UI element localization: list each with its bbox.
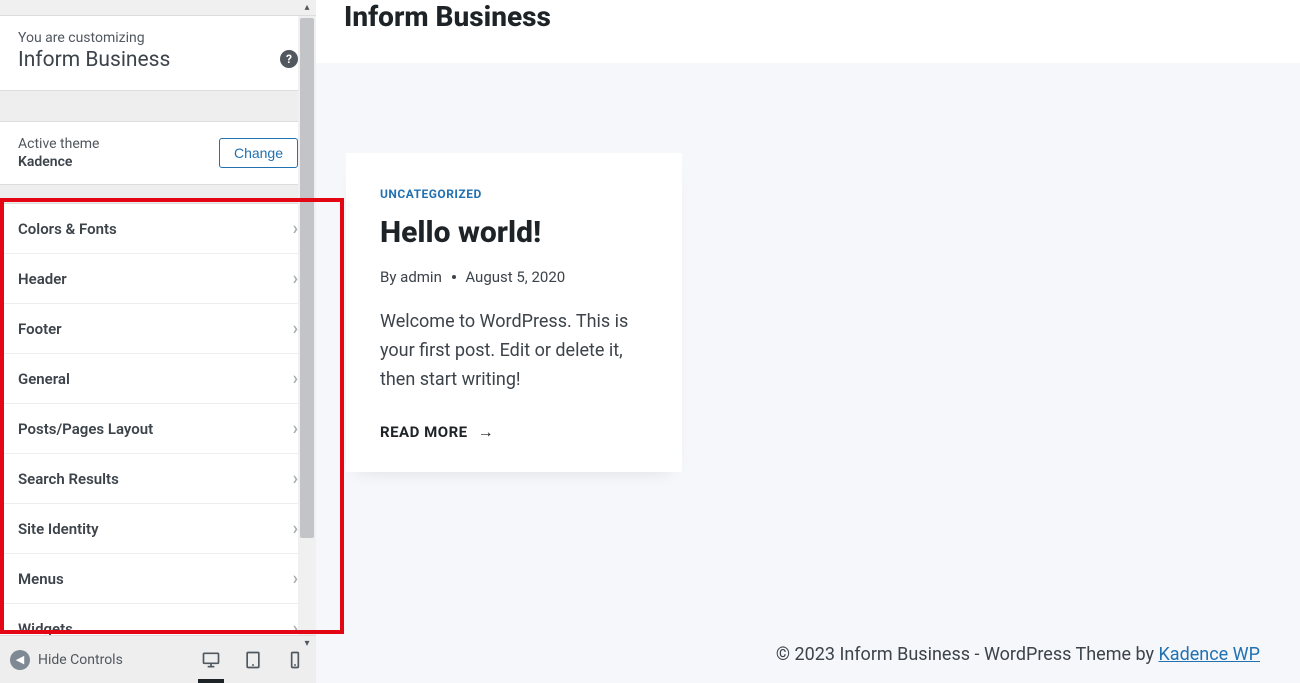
read-more-link[interactable]: READ MORE → bbox=[380, 422, 648, 442]
menu-item-label: Footer bbox=[18, 320, 62, 338]
scroll-down-icon: ▾ bbox=[298, 638, 316, 649]
device-desktop-icon[interactable] bbox=[200, 649, 222, 671]
post-excerpt: Welcome to WordPress. This is your first… bbox=[380, 308, 648, 394]
menu-item-footer[interactable]: Footer› bbox=[0, 304, 316, 354]
menu-item-label: Posts/Pages Layout bbox=[18, 420, 153, 438]
read-more-label: READ MORE bbox=[380, 423, 468, 441]
menu-item-site-identity[interactable]: Site Identity› bbox=[0, 504, 316, 554]
menu-item-label: Colors & Fonts bbox=[18, 220, 117, 238]
menu-item-search-results[interactable]: Search Results› bbox=[0, 454, 316, 504]
footer-theme-link[interactable]: Kadence WP bbox=[1159, 644, 1260, 665]
device-preview-switcher bbox=[200, 649, 306, 671]
collapse-left-icon: ◀ bbox=[10, 650, 30, 670]
section-gap bbox=[0, 185, 316, 203]
customizing-label: You are customizing bbox=[18, 30, 298, 46]
customizing-block: You are customizing Inform Business ? bbox=[0, 16, 316, 91]
footer-text: © 2023 Inform Business - WordPress Theme… bbox=[776, 644, 1159, 665]
menu-item-header[interactable]: Header› bbox=[0, 254, 316, 304]
scrollbar-thumb[interactable] bbox=[300, 18, 314, 538]
post-meta: By admin August 5, 2020 bbox=[380, 268, 648, 286]
post-card: UNCATEGORIZED Hello world! By admin Augu… bbox=[346, 153, 682, 472]
post-title-link[interactable]: Hello world! bbox=[380, 215, 648, 250]
menu-item-label: Header bbox=[18, 270, 67, 288]
sidebar-scrollbar[interactable]: ▴ ▾ bbox=[298, 16, 316, 635]
customizer-sidebar: You are customizing Inform Business ? Ac… bbox=[0, 0, 316, 683]
menu-item-label: Menus bbox=[18, 570, 64, 588]
sidebar-top-strip bbox=[0, 0, 316, 16]
menu-item-label: Widgets bbox=[18, 620, 73, 636]
active-theme-block: Active theme Kadence Change bbox=[0, 121, 316, 185]
customizing-title: Inform Business bbox=[18, 48, 298, 72]
menu-item-menus[interactable]: Menus› bbox=[0, 554, 316, 604]
change-theme-button[interactable]: Change bbox=[219, 138, 298, 168]
menu-item-general[interactable]: General› bbox=[0, 354, 316, 404]
hide-controls-button[interactable]: ◀ Hide Controls bbox=[10, 650, 123, 670]
site-title[interactable]: Inform Business bbox=[344, 0, 1300, 33]
preview-body: UNCATEGORIZED Hello world! By admin Augu… bbox=[316, 63, 1300, 683]
post-author[interactable]: By admin bbox=[380, 268, 442, 286]
arrow-right-icon: → bbox=[478, 422, 495, 442]
menu-item-posts-pages[interactable]: Posts/Pages Layout› bbox=[0, 404, 316, 454]
post-date: August 5, 2020 bbox=[465, 268, 565, 286]
site-preview: Inform Business UNCATEGORIZED Hello worl… bbox=[316, 0, 1300, 683]
customizer-menu-list: Colors & Fonts› Header› Footer› General›… bbox=[0, 203, 316, 635]
menu-item-colors-fonts[interactable]: Colors & Fonts› bbox=[0, 203, 316, 254]
hide-controls-label: Hide Controls bbox=[38, 652, 123, 668]
device-mobile-icon[interactable] bbox=[284, 649, 306, 671]
scroll-up-icon: ▴ bbox=[298, 2, 316, 13]
active-theme-label: Active theme bbox=[18, 136, 99, 152]
meta-separator-icon bbox=[452, 275, 456, 279]
menu-item-label: Site Identity bbox=[18, 520, 99, 538]
sidebar-gap bbox=[0, 91, 316, 121]
device-tablet-icon[interactable] bbox=[242, 649, 264, 671]
help-icon[interactable]: ? bbox=[280, 50, 298, 68]
menu-item-label: General bbox=[18, 370, 70, 388]
preview-header: Inform Business bbox=[316, 0, 1300, 63]
post-category-link[interactable]: UNCATEGORIZED bbox=[380, 187, 648, 201]
customizer-bottom-bar: ◀ Hide Controls bbox=[0, 635, 316, 683]
menu-item-widgets[interactable]: Widgets› bbox=[0, 604, 316, 635]
menu-item-label: Search Results bbox=[18, 470, 119, 488]
active-theme-name: Kadence bbox=[18, 154, 99, 170]
site-footer-credits: © 2023 Inform Business - WordPress Theme… bbox=[776, 644, 1260, 665]
